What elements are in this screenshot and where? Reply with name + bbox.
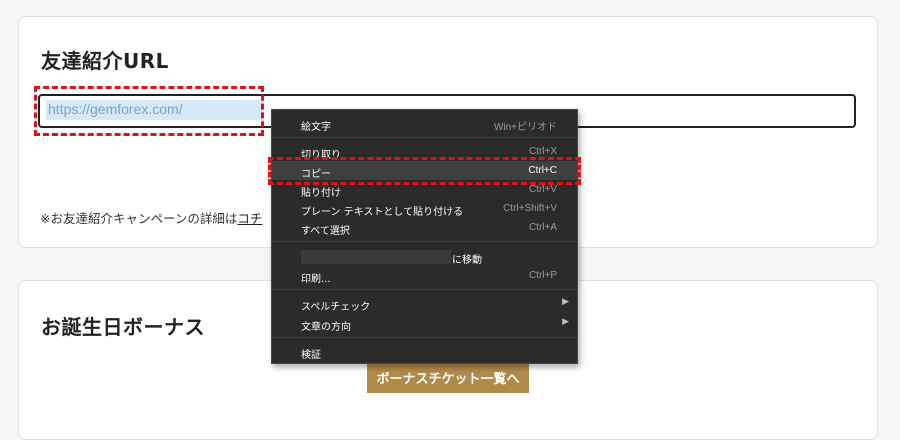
birthday-title: お誕生日ボーナス [41, 315, 205, 339]
menu-item-select-all-label: すべて選択 [301, 226, 350, 237]
menu-item-paste-plain-label: プレーン テキストとして貼り付ける [301, 207, 464, 218]
menu-item-print[interactable]: 印刷... Ctrl+P [272, 266, 577, 285]
bonus-ticket-list-button[interactable]: ボーナスチケット一覧へ [367, 361, 529, 393]
menu-item-select-all[interactable]: すべて選択 Ctrl+A [272, 218, 577, 237]
referral-title: 友達紹介URL [41, 49, 169, 73]
menu-item-paste-shortcut: Ctrl+V [528, 184, 557, 195]
copy-highlight-box [268, 157, 581, 185]
menu-item-print-shortcut: Ctrl+P [528, 270, 557, 281]
menu-item-select-all-shortcut: Ctrl+A [528, 222, 557, 233]
chevron-right-icon: ▶ [562, 297, 569, 307]
menu-item-text-direction-label: 文章の方向 [301, 322, 351, 333]
menu-item-inspect-label: 検証 [301, 350, 321, 361]
context-menu: 絵文字 Win+ピリオド 切り取り Ctrl+X コピー Ctrl+C 貼り付け… [271, 109, 578, 364]
menu-item-paste-label: 貼り付け [301, 188, 341, 199]
menu-item-text-direction[interactable]: 文章の方向 ▶ [272, 314, 577, 333]
url-highlight-box [34, 86, 264, 136]
referral-note: ※お友達紹介キャンペーンの詳細はコチ [40, 208, 262, 227]
menu-item-emoji-shortcut: Win+ピリオド [493, 122, 557, 133]
menu-separator [272, 241, 577, 242]
chevron-right-icon: ▶ [562, 317, 569, 327]
menu-item-emoji[interactable]: 絵文字 Win+ピリオド [272, 114, 577, 133]
menu-item-cut-shortcut: Ctrl+X [528, 146, 557, 157]
referral-details-link[interactable]: コチ [237, 211, 262, 226]
menu-item-paste-plain-shortcut: Ctrl+Shift+V [503, 203, 557, 214]
menu-item-paste-plain[interactable]: プレーン テキストとして貼り付ける Ctrl+Shift+V [272, 199, 577, 218]
menu-item-inspect[interactable]: 検証 [272, 342, 577, 361]
menu-separator [272, 289, 577, 290]
menu-item-go-to[interactable]: に移動 [452, 251, 482, 266]
menu-item-emoji-label: 絵文字 [301, 122, 331, 133]
menu-item-spellcheck-label: スペルチェック [301, 302, 371, 313]
menu-item-print-label: 印刷... [301, 274, 331, 285]
menu-item-spellcheck[interactable]: スペルチェック ▶ [272, 294, 577, 313]
menu-separator [272, 137, 577, 138]
go-to-search-text [301, 250, 451, 264]
menu-separator [272, 337, 577, 338]
referral-note-text: ※お友達紹介キャンペーンの詳細は [40, 211, 238, 226]
